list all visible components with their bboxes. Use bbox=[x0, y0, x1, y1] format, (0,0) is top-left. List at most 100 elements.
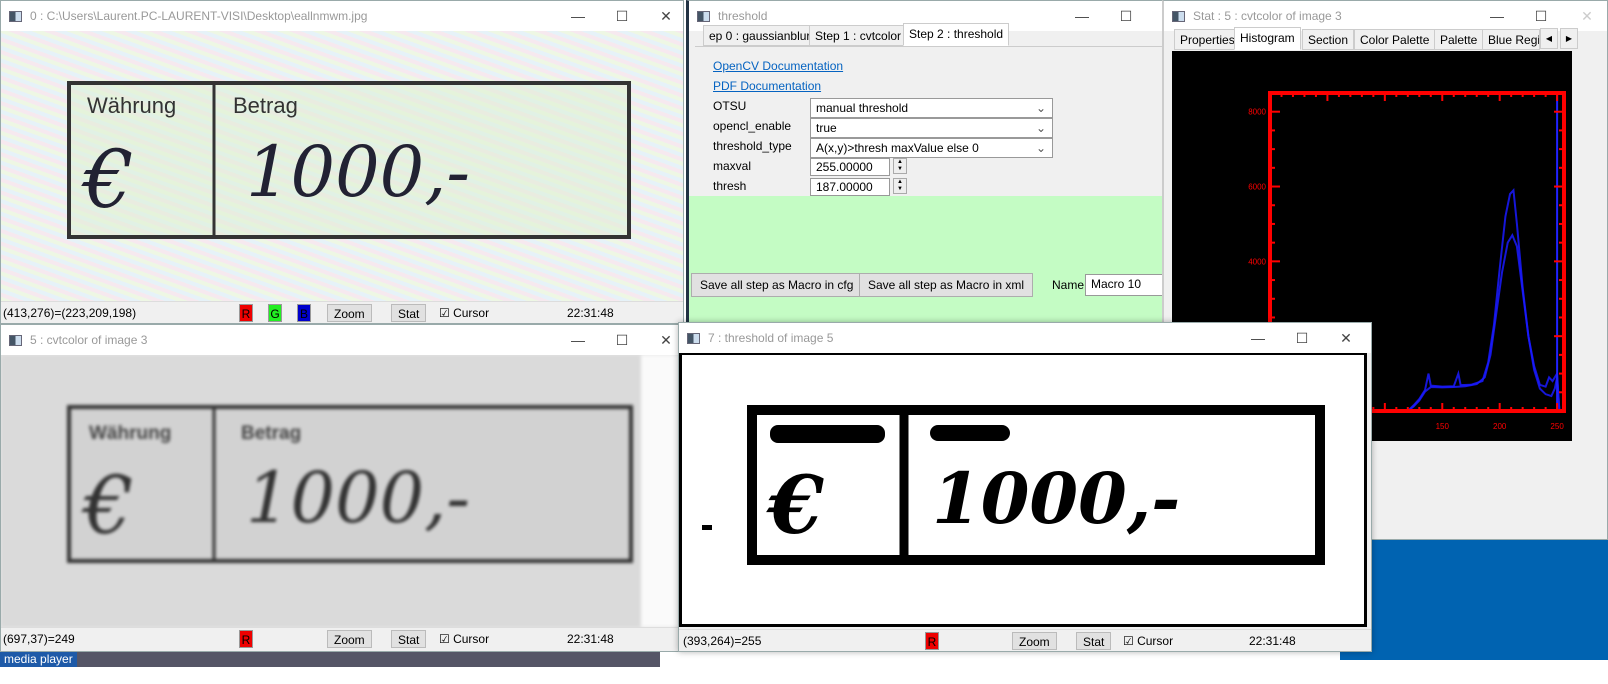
maximize-button[interactable]: ☐ bbox=[1518, 1, 1564, 31]
minimize-button[interactable]: — bbox=[1235, 323, 1281, 353]
thresh-input[interactable]: 187.00000 bbox=[810, 178, 890, 196]
y-tick-label: 4000 bbox=[1248, 257, 1266, 266]
chevron-down-icon: ⌄ bbox=[1035, 141, 1046, 155]
maximize-button[interactable]: ☐ bbox=[1103, 1, 1149, 31]
save-macro-xml-button[interactable]: Save all step as Macro in xml bbox=[859, 273, 1034, 297]
image-view[interactable]: Währung Betrag € 1000,- bbox=[1, 31, 683, 301]
tab-histogram[interactable]: Histogram bbox=[1234, 27, 1301, 50]
time-label: 22:31:48 bbox=[567, 632, 614, 646]
tab-palette[interactable]: Palette bbox=[1434, 29, 1484, 50]
minimize-button[interactable]: — bbox=[555, 1, 601, 31]
param-label-otsu: OTSU bbox=[713, 99, 747, 113]
tab-scroll-right-icon[interactable]: ▶ bbox=[1560, 28, 1578, 49]
amount-handwritten: 1000,- bbox=[246, 457, 470, 539]
pdf-doc-link[interactable]: PDF Documentation bbox=[713, 79, 821, 93]
time-label: 22:31:48 bbox=[1249, 634, 1296, 648]
maximize-button[interactable]: ☐ bbox=[599, 1, 645, 31]
amount-handwritten: 1000,- bbox=[932, 457, 1180, 540]
pixel-readout: (697,37)=249 bbox=[3, 632, 75, 646]
close-button[interactable]: ✕ bbox=[1564, 1, 1607, 31]
amount-label: Betrag bbox=[233, 93, 298, 118]
window-title: 7 : threshold of image 5 bbox=[708, 331, 834, 345]
macro-name-input[interactable]: Macro 10 bbox=[1085, 274, 1165, 296]
save-macro-cfg-button[interactable]: Save all step as Macro in cfg bbox=[691, 273, 863, 297]
cheque-image-color: Währung Betrag € 1000,- bbox=[67, 81, 631, 239]
app-icon bbox=[697, 10, 710, 22]
euro-handwritten: € bbox=[766, 458, 824, 552]
x-tick-label: 150 bbox=[1436, 422, 1450, 431]
tab-scroll-left-icon[interactable]: ◀ bbox=[1540, 28, 1558, 49]
threshold-type-select[interactable]: A(x,y)>thresh maxValue else 0 ⌄ bbox=[810, 138, 1053, 158]
maxval-stepper[interactable]: ▲ ▼ bbox=[893, 158, 907, 174]
cursor-checkbox[interactable]: ☑ Cursor bbox=[439, 304, 489, 322]
minimize-button[interactable]: — bbox=[1059, 1, 1105, 31]
threshold-type-value: A(x,y)>thresh maxValue else 0 bbox=[816, 141, 979, 155]
blue-channel-button[interactable]: B bbox=[297, 304, 311, 322]
minimize-button[interactable]: — bbox=[555, 325, 601, 355]
zoom-button[interactable]: Zoom bbox=[327, 304, 372, 322]
tab-properties[interactable]: Properties bbox=[1174, 29, 1241, 50]
tab-blue-region[interactable]: Blue Regi bbox=[1482, 29, 1540, 50]
amount-label: Betrag bbox=[241, 423, 301, 444]
cursor-checkbox[interactable]: ☑ Cursor bbox=[1123, 632, 1173, 650]
chevron-down-icon: ⌄ bbox=[1035, 101, 1046, 115]
minimize-button[interactable]: — bbox=[1474, 1, 1520, 31]
time-label: 22:31:48 bbox=[567, 306, 614, 320]
maximize-button[interactable]: ☐ bbox=[599, 325, 645, 355]
tab-step-2[interactable]: Step 2 : threshold bbox=[903, 23, 1010, 46]
app-icon bbox=[1172, 10, 1185, 22]
cursor-label: Cursor bbox=[1137, 634, 1174, 648]
status-bar: (413,276)=(223,209,198) R G B Zoom Stat … bbox=[1, 301, 683, 323]
params-panel: OpenCV Documentation PDF Documentation O… bbox=[695, 46, 1165, 196]
cursor-label: Cursor bbox=[453, 632, 490, 646]
window-title: 5 : cvtcolor of image 3 bbox=[30, 333, 148, 347]
status-bar: (697,37)=249 R Zoom Stat ☑ Cursor 22:31:… bbox=[1, 627, 683, 649]
euro-handwritten: € bbox=[81, 133, 134, 226]
stat-button[interactable]: Stat bbox=[1076, 632, 1112, 650]
tab-step-0[interactable]: ep 0 : gaussianblur bbox=[703, 25, 817, 46]
cursor-checkbox[interactable]: ☑ Cursor bbox=[439, 630, 489, 648]
currency-label: Währung bbox=[87, 93, 176, 118]
maximize-button[interactable]: ☐ bbox=[1279, 323, 1325, 353]
window-title: Stat : 5 : cvtcolor of image 3 bbox=[1193, 9, 1342, 23]
zoom-button[interactable]: Zoom bbox=[327, 630, 372, 648]
close-button[interactable]: ✕ bbox=[643, 1, 683, 31]
param-label-threshold-type: threshold_type bbox=[713, 139, 792, 153]
red-channel-button[interactable]: R bbox=[239, 304, 253, 322]
desktop-background bbox=[1340, 540, 1608, 660]
zoom-button[interactable]: Zoom bbox=[1012, 632, 1057, 650]
thresh-stepper[interactable]: ▲ ▼ bbox=[893, 178, 907, 194]
name-label: Name bbox=[1052, 278, 1085, 292]
red-channel-button[interactable]: R bbox=[239, 630, 253, 648]
tab-color-palette[interactable]: Color Palette bbox=[1354, 29, 1436, 50]
x-tick-label: 200 bbox=[1493, 422, 1507, 431]
taskbar-strip: media player bbox=[0, 652, 660, 667]
pixel-readout: (393,264)=255 bbox=[683, 634, 762, 648]
tab-section[interactable]: Section bbox=[1302, 29, 1355, 50]
image-view[interactable]: Währung Betrag € 1000,- bbox=[1, 355, 683, 627]
image-window-0: 0 : C:\Users\Laurent.PC-LAURENT-VISI\Des… bbox=[0, 0, 684, 324]
tab-step-1[interactable]: Step 1 : cvtcolor bbox=[809, 25, 908, 46]
y-tick-label: 8000 bbox=[1248, 108, 1266, 117]
otsu-select[interactable]: manual threshold ⌄ bbox=[810, 98, 1053, 118]
opencl-value: true bbox=[816, 121, 837, 135]
taskbar-media-player[interactable]: media player bbox=[0, 652, 77, 667]
stat-button[interactable]: Stat bbox=[391, 304, 427, 322]
red-channel-button[interactable]: R bbox=[925, 632, 939, 650]
x-tick-label: 250 bbox=[1550, 422, 1564, 431]
opencv-doc-link[interactable]: OpenCV Documentation bbox=[713, 59, 843, 73]
stat-button[interactable]: Stat bbox=[391, 630, 427, 648]
image-view[interactable]: € 1000,- bbox=[679, 353, 1367, 627]
euro-handwritten: € bbox=[81, 459, 134, 552]
close-button[interactable]: ✕ bbox=[1323, 323, 1369, 353]
image-window-7: 7 : threshold of image 5 — ☐ ✕ € 1000,- … bbox=[678, 322, 1372, 652]
maxval-input[interactable]: 255.00000 bbox=[810, 158, 890, 176]
cheque-image-binary: € 1000,- bbox=[702, 405, 1325, 565]
otsu-value: manual threshold bbox=[816, 101, 909, 115]
pixel-readout: (413,276)=(223,209,198) bbox=[3, 306, 137, 320]
window-title: 0 : C:\Users\Laurent.PC-LAURENT-VISI\Des… bbox=[30, 9, 368, 23]
opencl-select[interactable]: true ⌄ bbox=[810, 118, 1053, 138]
green-channel-button[interactable]: G bbox=[268, 304, 282, 322]
param-label-opencl: opencl_enable bbox=[713, 119, 792, 133]
app-icon bbox=[687, 332, 700, 344]
